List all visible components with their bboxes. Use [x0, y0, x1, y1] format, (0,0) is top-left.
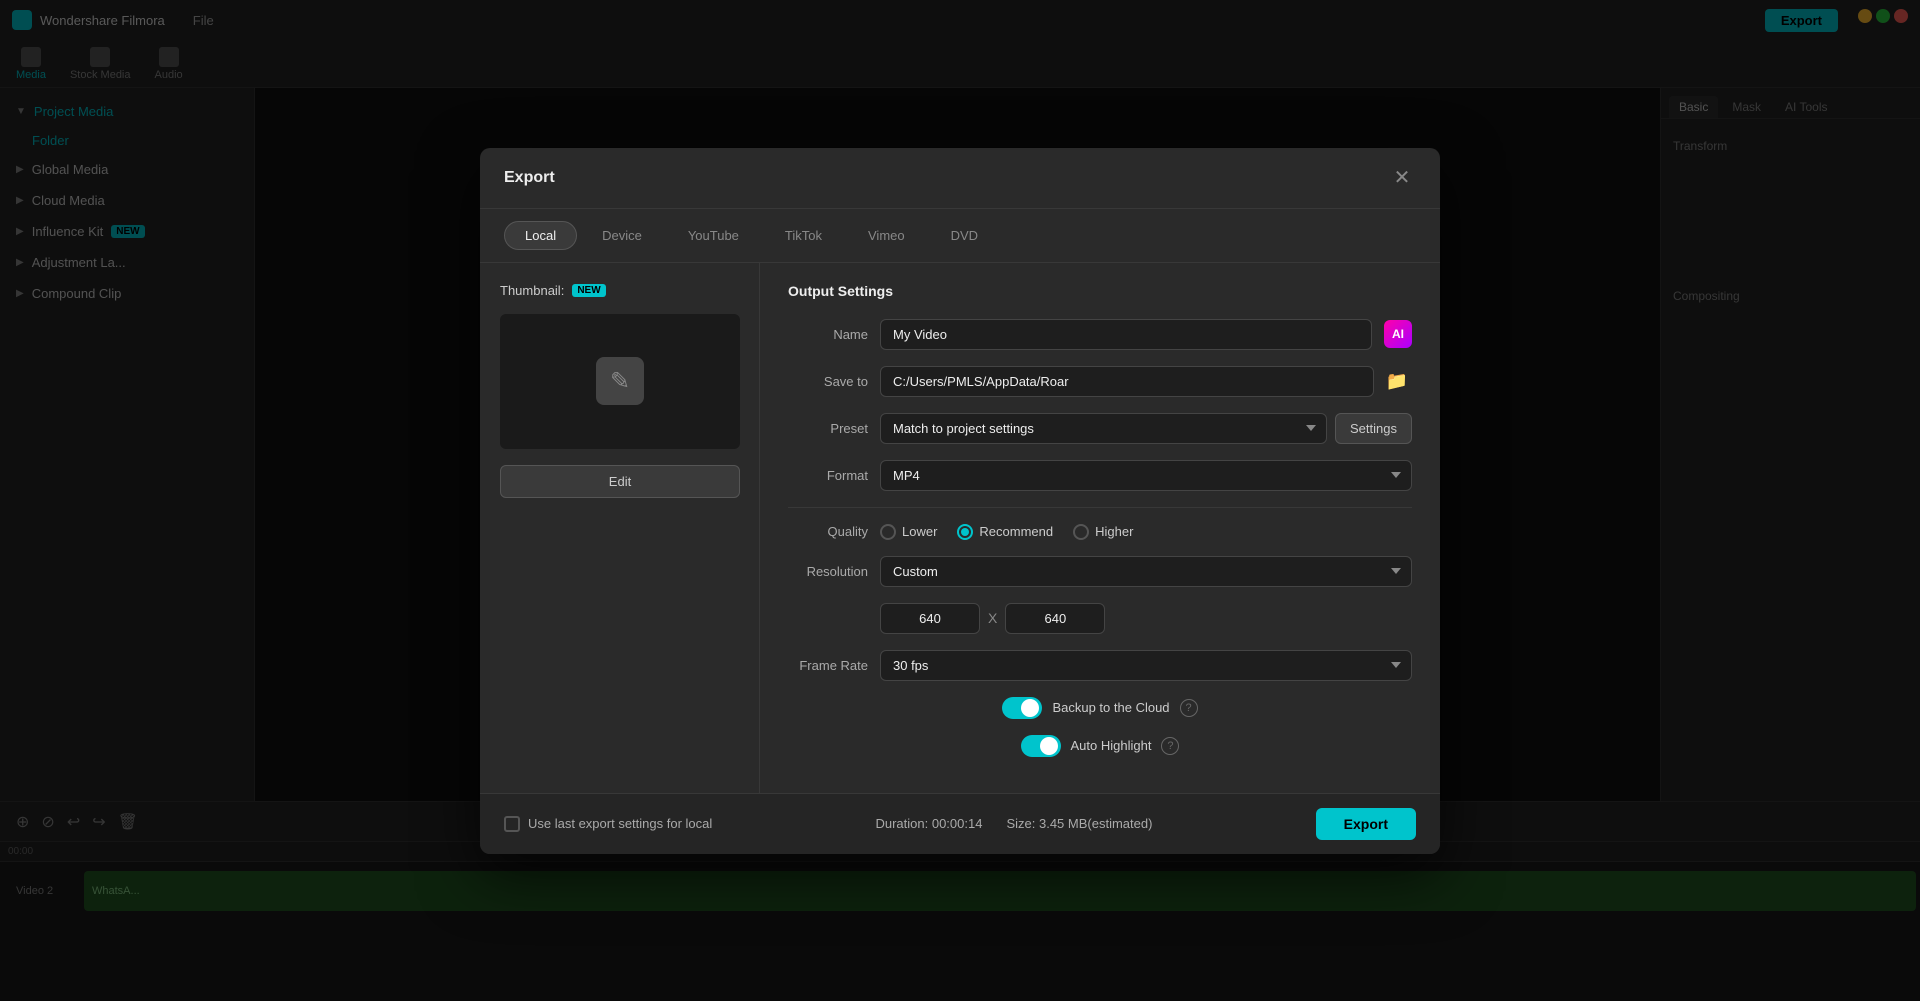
backup-cloud-label: Backup to the Cloud: [1052, 700, 1169, 715]
modal-footer: Use last export settings for local Durat…: [480, 793, 1440, 854]
toggle-knob-backup: [1021, 699, 1039, 717]
browse-folder-button[interactable]: 📁: [1382, 367, 1412, 396]
output-panel: Output Settings Name AI Save to C:/Users…: [760, 263, 1440, 793]
resolution-width-input[interactable]: [880, 603, 980, 634]
auto-highlight-toggle[interactable]: [1021, 735, 1061, 757]
duration-meta: Duration: 00:00:14: [875, 816, 982, 831]
use-last-settings-checkbox[interactable]: Use last export settings for local: [504, 816, 712, 832]
name-label: Name: [788, 327, 868, 342]
quality-lower-label: Lower: [902, 524, 937, 539]
use-last-settings-label: Use last export settings for local: [528, 816, 712, 831]
quality-recommend-option[interactable]: Recommend: [957, 524, 1053, 540]
resolution-select[interactable]: Custom1920×10801280×720640×480: [880, 556, 1412, 587]
thumbnail-icon: ✎: [596, 357, 644, 405]
tab-vimeo[interactable]: Vimeo: [847, 221, 926, 250]
thumbnail-preview: ✎: [500, 314, 740, 449]
quality-row: Quality Lower Recommend Higher: [788, 524, 1412, 540]
tab-dvd[interactable]: DVD: [930, 221, 999, 250]
backup-cloud-info-icon[interactable]: ?: [1180, 699, 1198, 717]
preset-label: Preset: [788, 421, 868, 436]
quality-higher-option[interactable]: Higher: [1073, 524, 1133, 540]
name-input[interactable]: [880, 319, 1372, 350]
footer-meta: Duration: 00:00:14 Size: 3.45 MB(estimat…: [875, 816, 1152, 831]
footer-left: Use last export settings for local: [504, 816, 712, 832]
format-row: Format MP4MOVAVIGIFMP3: [788, 460, 1412, 491]
thumbnail-panel: Thumbnail: NEW ✎ Edit: [480, 263, 760, 793]
thumbnail-label: Thumbnail: NEW: [500, 283, 739, 298]
resolution-height-input[interactable]: [1005, 603, 1105, 634]
toggle-knob-highlight: [1040, 737, 1058, 755]
save-to-label: Save to: [788, 374, 868, 389]
res-x-separator: X: [988, 610, 997, 626]
duration-label: Duration:: [875, 816, 928, 831]
resolution-row: Resolution Custom1920×10801280×720640×48…: [788, 556, 1412, 587]
output-settings-title: Output Settings: [788, 283, 1412, 299]
preset-row: Preset Match to project settings Setting…: [788, 413, 1412, 444]
format-label: Format: [788, 468, 868, 483]
quality-lower-option[interactable]: Lower: [880, 524, 937, 540]
radio-lower[interactable]: [880, 524, 896, 540]
tab-local[interactable]: Local: [504, 221, 577, 250]
export-action-button[interactable]: Export: [1316, 808, 1416, 840]
auto-highlight-label: Auto Highlight: [1071, 738, 1152, 753]
auto-highlight-container: Auto Highlight ?: [1021, 735, 1180, 757]
auto-highlight-info-icon[interactable]: ?: [1161, 737, 1179, 755]
preset-select[interactable]: Match to project settings: [880, 413, 1327, 444]
preset-input-group: Match to project settings Settings: [880, 413, 1412, 444]
format-select[interactable]: MP4MOVAVIGIFMP3: [880, 460, 1412, 491]
quality-recommend-label: Recommend: [979, 524, 1053, 539]
save-to-row: Save to C:/Users/PMLS/AppData/Roar 📁: [788, 366, 1412, 397]
frame-rate-row: Frame Rate 24 fps25 fps30 fps60 fps: [788, 650, 1412, 681]
divider-1: [788, 507, 1412, 508]
modal-title: Export: [504, 169, 555, 187]
quality-options: Lower Recommend Higher: [880, 524, 1133, 540]
tab-tiktok[interactable]: TikTok: [764, 221, 843, 250]
backup-cloud-container: Backup to the Cloud ?: [1002, 697, 1197, 719]
backup-cloud-toggle[interactable]: [1002, 697, 1042, 719]
modal-body: Thumbnail: NEW ✎ Edit Output Settings Na…: [480, 263, 1440, 793]
export-modal: Export ✕ Local Device YouTube TikTok Vim…: [480, 148, 1440, 854]
close-modal-button[interactable]: ✕: [1388, 164, 1416, 192]
ai-icon[interactable]: AI: [1384, 320, 1412, 348]
quality-label: Quality: [788, 524, 868, 539]
save-to-input-group: C:/Users/PMLS/AppData/Roar 📁: [880, 366, 1412, 397]
tab-device[interactable]: Device: [581, 221, 663, 250]
thumbnail-new-badge: NEW: [572, 284, 605, 297]
frame-rate-select[interactable]: 24 fps25 fps30 fps60 fps: [880, 650, 1412, 681]
backup-cloud-row: Backup to the Cloud ?: [788, 697, 1412, 719]
save-path-display: C:/Users/PMLS/AppData/Roar: [880, 366, 1374, 397]
resolution-inputs: X: [880, 603, 1412, 634]
auto-highlight-row: Auto Highlight ?: [788, 735, 1412, 757]
size-meta: Size: 3.45 MB(estimated): [1006, 816, 1152, 831]
modal-tabs: Local Device YouTube TikTok Vimeo DVD: [480, 209, 1440, 263]
modal-header: Export ✕: [480, 148, 1440, 209]
settings-button[interactable]: Settings: [1335, 413, 1412, 444]
tab-youtube[interactable]: YouTube: [667, 221, 760, 250]
checkbox-icon[interactable]: [504, 816, 520, 832]
resolution-label: Resolution: [788, 564, 868, 579]
size-value: 3.45 MB(estimated): [1039, 816, 1152, 831]
modal-overlay: Export ✕ Local Device YouTube TikTok Vim…: [0, 0, 1920, 1001]
duration-value: 00:00:14: [932, 816, 983, 831]
radio-recommend[interactable]: [957, 524, 973, 540]
size-label: Size:: [1006, 816, 1035, 831]
radio-higher[interactable]: [1073, 524, 1089, 540]
thumbnail-text: Thumbnail:: [500, 283, 564, 298]
edit-thumbnail-button[interactable]: Edit: [500, 465, 740, 498]
quality-higher-label: Higher: [1095, 524, 1133, 539]
name-row: Name AI: [788, 319, 1412, 350]
frame-rate-label: Frame Rate: [788, 658, 868, 673]
